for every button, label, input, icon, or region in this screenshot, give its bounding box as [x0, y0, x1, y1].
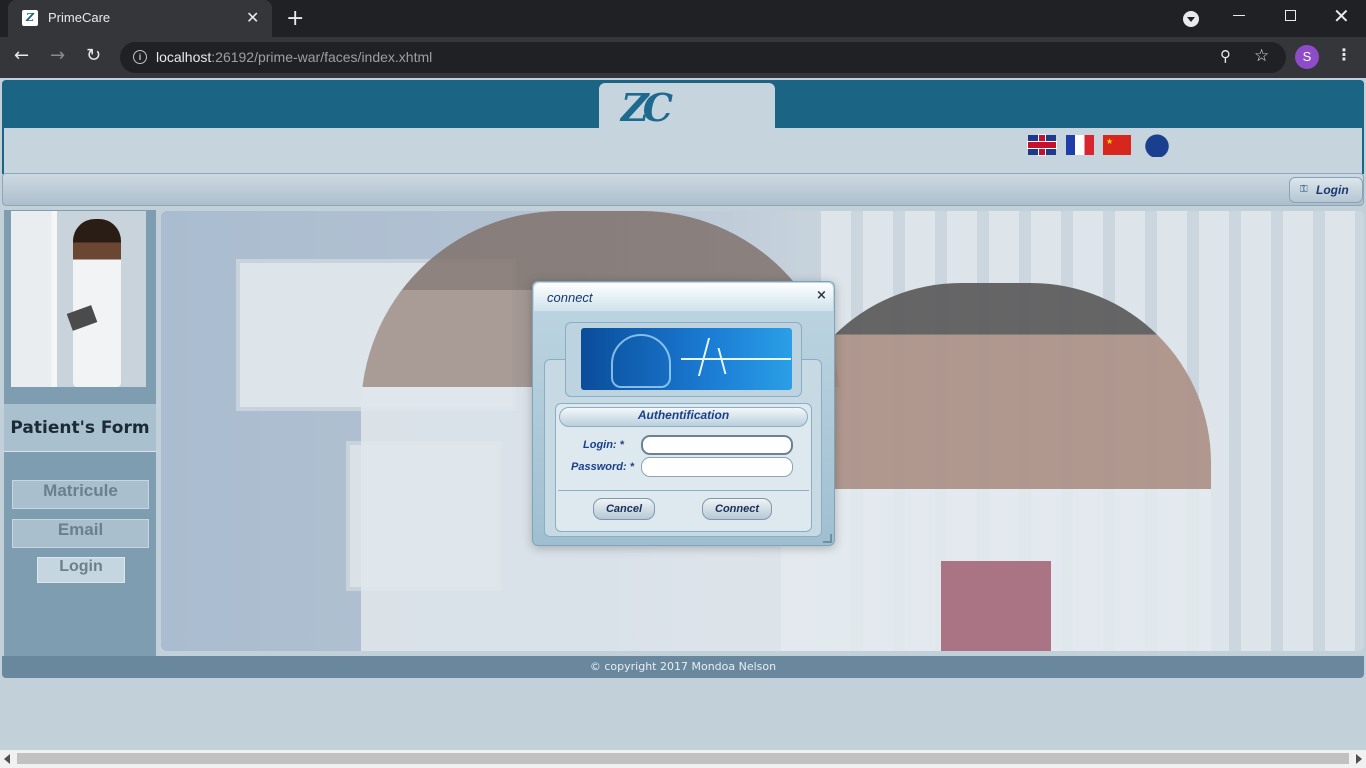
restore-icon[interactable]: [1285, 10, 1296, 21]
heartbeat-line: [681, 358, 791, 360]
matricule-field[interactable]: Matricule: [12, 480, 149, 509]
scrollbar-thumb[interactable]: [17, 753, 1349, 764]
password-label-text: Password:: [571, 461, 627, 473]
scroll-left-icon[interactable]: [4, 754, 10, 764]
favicon-icon: Z: [22, 10, 38, 26]
connect-button[interactable]: Connect: [702, 498, 772, 520]
logo: ZC: [621, 85, 673, 130]
password-label: Password: *: [571, 461, 634, 473]
auth-separator: [558, 490, 809, 491]
profile-avatar[interactable]: S: [1295, 45, 1319, 69]
login-label-text: Login:: [583, 439, 617, 451]
window-close-icon[interactable]: ✕: [1333, 4, 1350, 28]
auth-header: Authentification: [559, 407, 808, 427]
english-flag-icon[interactable]: [1028, 135, 1056, 155]
sidebar-login-label: Login: [59, 558, 103, 575]
email-field[interactable]: Email: [12, 519, 149, 548]
back-arrow-icon[interactable]: ←: [14, 45, 29, 66]
star-icon[interactable]: ☆: [1254, 46, 1269, 66]
password-required-mark: *: [629, 461, 634, 473]
tab-close-icon[interactable]: ✕: [246, 8, 259, 27]
email-label: Email: [57, 520, 104, 539]
browser-tab[interactable]: Z PrimeCare ✕: [8, 0, 272, 37]
dialog-title: connect: [547, 290, 593, 305]
page: ZC ★ ⚿ Login Patient's Form Matricule Em…: [0, 78, 1366, 748]
form-title: Patient's Form: [10, 418, 150, 438]
scroll-right-icon[interactable]: [1356, 754, 1362, 764]
medical-banner: [581, 328, 792, 390]
connect-dialog: connect × Authentification Login: * Pass…: [532, 281, 835, 546]
footer: © copyright 2017 Mondoa Nelson: [2, 656, 1364, 678]
matricule-label: Matricule: [43, 481, 118, 500]
photo-person: [73, 219, 121, 387]
login-label: Login: *: [583, 439, 624, 451]
address-bar[interactable]: i localhost:26192/prime-war/faces/index.…: [120, 42, 1286, 73]
info-icon[interactable]: i: [133, 50, 147, 64]
login-required-mark: *: [619, 439, 624, 451]
browser-tab-bar: Z PrimeCare ✕ + ✕: [0, 0, 1366, 37]
auth-panel: Authentification Login: * Password: * Ca…: [555, 403, 812, 532]
tab-search-icon[interactable]: [1183, 11, 1199, 27]
login-icon: ⚿: [1300, 184, 1308, 195]
tab-title: PrimeCare: [48, 10, 111, 25]
footer-text: © copyright 2017 Mondoa Nelson: [589, 660, 777, 673]
horizontal-scrollbar[interactable]: [0, 750, 1366, 768]
auth-title: Authentification: [637, 408, 730, 422]
other-flag-icon[interactable]: [1141, 133, 1173, 157]
dialog-close-icon[interactable]: ×: [816, 288, 827, 303]
login-button-label: Login: [1316, 183, 1349, 197]
french-flag-icon[interactable]: [1066, 135, 1094, 155]
url-host: localhost: [156, 49, 212, 65]
chinese-flag-icon[interactable]: ★: [1103, 135, 1131, 155]
url-path: :26192/prime-war/faces/index.xhtml: [211, 49, 433, 65]
menu-icon[interactable]: ⋮: [1336, 45, 1352, 64]
login-button[interactable]: ⚿ Login: [1289, 177, 1363, 203]
forward-arrow-icon[interactable]: →: [50, 45, 65, 66]
cancel-button[interactable]: Cancel: [593, 498, 655, 520]
logo-tab: ZC: [599, 83, 775, 130]
login-input[interactable]: [641, 435, 793, 455]
zoom-icon[interactable]: ⚲: [1220, 47, 1231, 65]
doctor-photo: [11, 211, 146, 387]
reload-icon[interactable]: ↻: [86, 45, 101, 66]
minimize-icon[interactable]: [1233, 15, 1245, 16]
password-input[interactable]: [641, 457, 793, 477]
sidebar-login-button[interactable]: Login: [37, 557, 125, 583]
browser-toolbar: ← → ↻ i localhost:26192/prime-war/faces/…: [0, 37, 1366, 78]
skeleton-figure: [611, 334, 671, 388]
nav-bar: ⚿ Login: [2, 173, 1364, 206]
banner-frame: [565, 322, 802, 397]
url-text[interactable]: localhost:26192/prime-war/faces/index.xh…: [156, 49, 432, 65]
dialog-titlebar[interactable]: connect ×: [534, 283, 833, 311]
form-title-box: Patient's Form: [4, 404, 156, 452]
sidebar: Patient's Form Matricule Email Login: [4, 210, 156, 656]
new-tab-button[interactable]: +: [286, 6, 304, 31]
resize-grip-icon[interactable]: [823, 534, 832, 543]
